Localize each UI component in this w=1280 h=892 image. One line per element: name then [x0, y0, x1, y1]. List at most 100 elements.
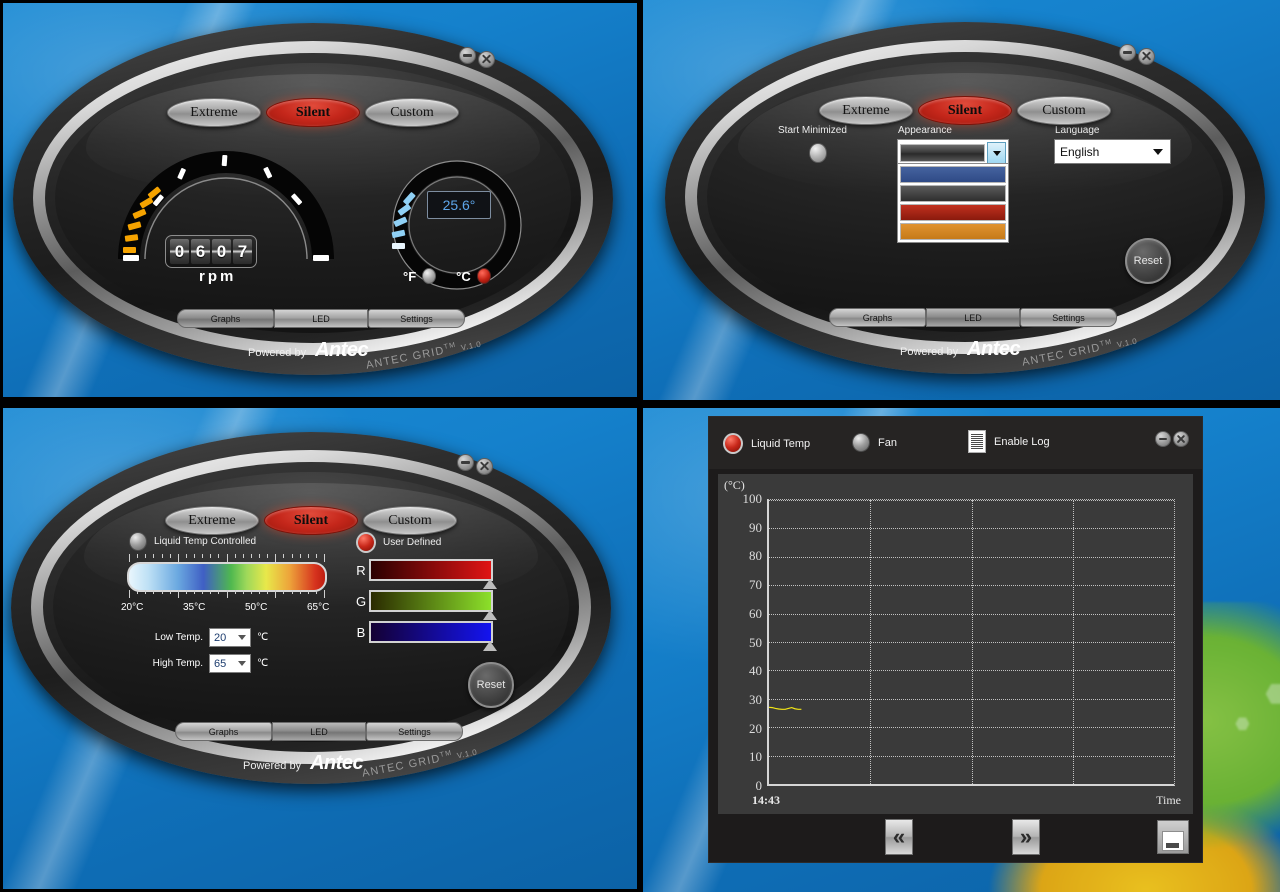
- low-temp-value: 20: [214, 631, 227, 644]
- spectrum-ticks-top: [129, 554, 325, 562]
- chart-x-start-label: 14:43: [752, 793, 780, 807]
- minimize-icon[interactable]: [1119, 44, 1136, 61]
- chart-y-tick: 50: [749, 634, 762, 650]
- toolbar-enable-log[interactable]: Enable Log: [968, 430, 1050, 453]
- scale-label-65: 65°C: [307, 602, 330, 613]
- close-icon[interactable]: [1138, 48, 1155, 65]
- toolbar-enable-log-label: Enable Log: [994, 435, 1050, 448]
- appearance-option-orange[interactable]: [900, 223, 1006, 240]
- language-select[interactable]: English: [1054, 139, 1171, 164]
- mode-button-extreme[interactable]: Extreme: [165, 506, 259, 535]
- save-icon[interactable]: [1157, 820, 1189, 854]
- mode-button-extreme[interactable]: Extreme: [819, 96, 913, 125]
- reset-button[interactable]: Reset: [468, 662, 514, 708]
- minimize-icon[interactable]: [457, 454, 474, 471]
- scale-label-20: 20°C: [121, 602, 144, 613]
- toolbar-liquid-temp[interactable]: Liquid Temp: [723, 433, 810, 454]
- appearance-option-red[interactable]: [900, 204, 1006, 221]
- watermark-tm: TM: [439, 749, 453, 759]
- radio-fahrenheit[interactable]: [422, 268, 437, 284]
- graph-toolbar: Liquid Temp Fan Enable Log: [709, 417, 1202, 469]
- minimize-icon[interactable]: [459, 47, 476, 64]
- tab-graphs[interactable]: Graphs: [177, 309, 274, 328]
- rgb-slider-green[interactable]: [369, 590, 497, 620]
- chevron-down-icon[interactable]: [238, 635, 246, 640]
- tab-settings[interactable]: Settings: [366, 722, 463, 741]
- powered-by-text: Powered by: [248, 347, 307, 359]
- rgb-row-blue: B: [353, 621, 497, 651]
- mode-button-custom[interactable]: Custom: [365, 98, 459, 127]
- rgb-thumb-blue[interactable]: [483, 641, 497, 651]
- low-temp-unit: ℃: [257, 632, 269, 643]
- powered-by-text: Powered by: [243, 760, 302, 772]
- chart-y-axis: 100 90 80 70 60 50 40 30 20 10 0: [718, 491, 763, 793]
- rgb-slider-red[interactable]: [369, 559, 497, 589]
- rgb-label-b: B: [356, 624, 366, 640]
- close-icon[interactable]: [478, 51, 495, 68]
- rpm-unit-label: rpm: [199, 268, 237, 285]
- temperature-unit-selector: °F °C: [403, 268, 491, 284]
- appearance-option-blue[interactable]: [900, 166, 1006, 183]
- chart-y-tick: 90: [749, 519, 762, 535]
- mode-button-silent[interactable]: Silent: [264, 506, 358, 535]
- radio-user-defined[interactable]: [356, 532, 376, 553]
- antec-logo: Antec: [315, 339, 369, 361]
- tab-led[interactable]: LED: [274, 309, 368, 328]
- rgb-thumb-green[interactable]: [483, 610, 497, 620]
- screenshot-collage: Extreme Silent Custom 0 6 0 7 rpm 25.6° …: [0, 0, 1280, 892]
- mode-button-silent[interactable]: Silent: [918, 96, 1012, 125]
- low-temp-label: Low Temp.: [154, 632, 203, 643]
- tab-led[interactable]: LED: [272, 722, 366, 741]
- high-temp-unit: ℃: [257, 658, 269, 669]
- mode-button-silent[interactable]: Silent: [266, 98, 360, 127]
- radio-celsius[interactable]: [476, 268, 491, 284]
- appearance-option-gray[interactable]: [900, 185, 1006, 202]
- tab-led[interactable]: LED: [926, 308, 1020, 327]
- chart-y-tick: 100: [742, 491, 763, 506]
- graph-window: Liquid Temp Fan Enable Log (°C) 100 90 8…: [708, 416, 1203, 863]
- radio-liquid-temp-controlled[interactable]: [129, 532, 147, 551]
- chevron-down-icon[interactable]: [238, 661, 246, 666]
- chevron-down-icon[interactable]: [987, 142, 1006, 164]
- mode-button-extreme[interactable]: Extreme: [167, 98, 261, 127]
- close-icon[interactable]: [476, 458, 493, 475]
- rpm-digit: 0: [212, 239, 231, 264]
- watermark-tm: TM: [1099, 338, 1113, 348]
- chart-y-tick: 10: [749, 749, 762, 765]
- tab-graphs[interactable]: Graphs: [175, 722, 272, 741]
- high-temp-select[interactable]: 65: [209, 654, 251, 673]
- reset-button[interactable]: Reset: [1125, 238, 1171, 284]
- minimize-icon[interactable]: [1155, 431, 1171, 447]
- toolbar-fan-label: Fan: [878, 436, 897, 449]
- start-minimized-toggle[interactable]: [809, 143, 827, 163]
- tab-settings[interactable]: Settings: [368, 309, 465, 328]
- low-temp-select[interactable]: 20: [209, 628, 251, 647]
- rpm-digit: 7: [233, 239, 252, 264]
- rpm-digit: 6: [191, 239, 210, 264]
- mode-button-custom[interactable]: Custom: [363, 506, 457, 535]
- radio-liquid-temp[interactable]: [723, 433, 743, 454]
- powered-by: Powered by Antec: [900, 338, 1021, 361]
- tab-settings[interactable]: Settings: [1020, 308, 1117, 327]
- temperature-color-spectrum[interactable]: [127, 562, 327, 592]
- tab-graphs[interactable]: Graphs: [829, 308, 926, 327]
- rpm-counter: 0 6 0 7: [165, 235, 257, 268]
- appearance-option-list[interactable]: [897, 163, 1009, 243]
- rgb-slider-blue[interactable]: [369, 621, 497, 651]
- unit-label-celsius: °C: [456, 268, 471, 284]
- start-minimized-label: Start Minimized: [778, 125, 847, 136]
- user-defined-label: User Defined: [383, 537, 442, 548]
- rgb-row-red: R: [353, 559, 497, 589]
- scroll-left-button[interactable]: «: [885, 819, 913, 855]
- close-icon[interactable]: [1173, 431, 1189, 447]
- watermark-tm: TM: [443, 341, 457, 351]
- appearance-label: Appearance: [898, 125, 952, 136]
- radio-fan[interactable]: [852, 433, 870, 452]
- chart-y-tick: 40: [749, 663, 762, 679]
- scroll-right-button[interactable]: »: [1012, 819, 1040, 855]
- rgb-thumb-red[interactable]: [483, 579, 497, 589]
- chevron-down-icon[interactable]: [1153, 148, 1163, 155]
- mode-button-custom[interactable]: Custom: [1017, 96, 1111, 125]
- user-defined-option[interactable]: User Defined: [356, 532, 441, 553]
- toolbar-fan[interactable]: Fan: [852, 433, 897, 452]
